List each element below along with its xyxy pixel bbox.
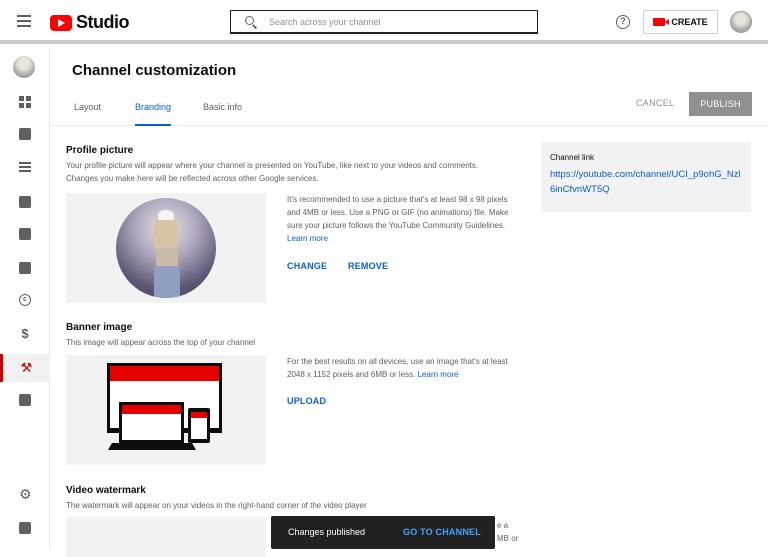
create-button[interactable]: CREATE	[643, 10, 718, 34]
banner-image-title: Banner image	[66, 322, 133, 333]
search-box[interactable]	[230, 10, 538, 34]
customization-icon: ⚒	[20, 360, 33, 375]
tab-layout[interactable]: Layout	[74, 102, 101, 126]
feedback-icon	[19, 522, 31, 534]
sidebar-item-audio-library[interactable]	[0, 386, 50, 414]
change-button[interactable]: CHANGE	[287, 261, 327, 271]
video-camera-icon	[653, 18, 670, 26]
help-icon[interactable]: ?	[616, 15, 630, 29]
profile-hint-text: It's recommended to use a picture that's…	[287, 195, 509, 230]
banner-learn-more-link[interactable]: Learn more	[418, 370, 459, 379]
audio-library-icon	[19, 394, 31, 406]
comments-icon	[19, 228, 31, 240]
account-avatar[interactable]	[730, 11, 752, 33]
profile-picture-image	[116, 198, 216, 298]
monetization-icon: $	[21, 326, 29, 341]
profile-picture-hint: It's recommended to use a picture that's…	[287, 193, 517, 245]
create-button-label: CREATE	[671, 17, 708, 27]
tab-basic-info[interactable]: Basic info	[203, 102, 242, 126]
profile-learn-more-link[interactable]: Learn more	[287, 234, 328, 243]
devices-illustration	[107, 363, 222, 450]
banner-image-hint: For the best results on all devices, use…	[287, 355, 517, 381]
page-title: Channel customization	[72, 62, 237, 79]
banner-image-preview	[66, 355, 266, 465]
studio-logo[interactable]: Studio	[50, 12, 130, 33]
analytics-icon	[19, 196, 31, 208]
top-bar: Studio ? CREATE	[0, 0, 768, 44]
sidebar-item-copyright[interactable]: c	[0, 286, 50, 314]
publish-button[interactable]: PUBLISH	[689, 92, 752, 116]
channel-link-label: Channel link	[550, 153, 595, 162]
settings-icon: ⚙	[19, 486, 32, 502]
banner-hint-text: For the best results on all devices, use…	[287, 357, 508, 379]
channel-link-card: Channel link https://youtube.com/channel…	[541, 142, 751, 212]
search-icon	[245, 15, 257, 28]
remove-button[interactable]: REMOVE	[348, 261, 388, 271]
studio-logo-text: Studio	[76, 12, 130, 32]
profile-picture-description: Your profile picture will appear where y…	[66, 161, 479, 183]
video-watermark-description: The watermark will appear on your videos…	[66, 501, 367, 510]
sidebar-item-analytics[interactable]	[0, 188, 50, 216]
content-icon	[19, 128, 31, 140]
video-watermark-preview	[66, 517, 266, 557]
main-content: Channel customization Layout Branding Ba…	[51, 48, 768, 557]
sidebar-item-subtitles[interactable]	[0, 254, 50, 282]
sidebar-item-playlists[interactable]	[0, 154, 50, 182]
profile-picture-title: Profile picture	[66, 145, 134, 156]
channel-avatar[interactable]	[13, 56, 35, 78]
toast-message: Changes published	[288, 527, 366, 537]
sidebar-item-monetization[interactable]: $	[0, 320, 50, 348]
tab-branding[interactable]: Branding	[135, 102, 172, 126]
copyright-icon: c	[19, 294, 31, 306]
upload-button[interactable]: UPLOAD	[287, 396, 326, 406]
sidebar-item-feedback[interactable]	[0, 514, 50, 542]
sidebar-item-comments[interactable]	[0, 220, 50, 248]
sidebar-item-dashboard[interactable]	[0, 88, 50, 116]
sidebar-item-settings[interactable]: ⚙	[0, 480, 50, 508]
sidebar: c $ ⚒ ⚙	[0, 48, 50, 549]
watermark-hint-line-2: MB or	[497, 534, 519, 543]
dashboard-icon	[19, 96, 31, 108]
video-watermark-title: Video watermark	[66, 485, 146, 496]
watermark-hint-fragment: e a MB or	[497, 519, 527, 545]
banner-image-description: This image will appear across the top of…	[66, 338, 255, 347]
search-input[interactable]	[269, 16, 509, 27]
subtitles-icon	[19, 262, 31, 274]
cancel-button[interactable]: CANCEL	[636, 98, 674, 108]
go-to-channel-button[interactable]: GO TO CHANNEL	[403, 527, 481, 537]
youtube-logo-icon	[50, 14, 72, 31]
playlists-icon	[19, 162, 31, 174]
sidebar-item-content[interactable]	[0, 120, 50, 148]
menu-icon[interactable]	[17, 15, 31, 27]
channel-link-url[interactable]: https://youtube.com/channel/UCI_p9ohG_Nz…	[550, 167, 745, 197]
watermark-hint-line-1: e a	[497, 521, 509, 530]
sidebar-item-customization[interactable]: ⚒	[0, 354, 50, 382]
profile-picture-preview	[66, 193, 266, 303]
snackbar-toast: Changes published GO TO CHANNEL	[271, 516, 495, 549]
